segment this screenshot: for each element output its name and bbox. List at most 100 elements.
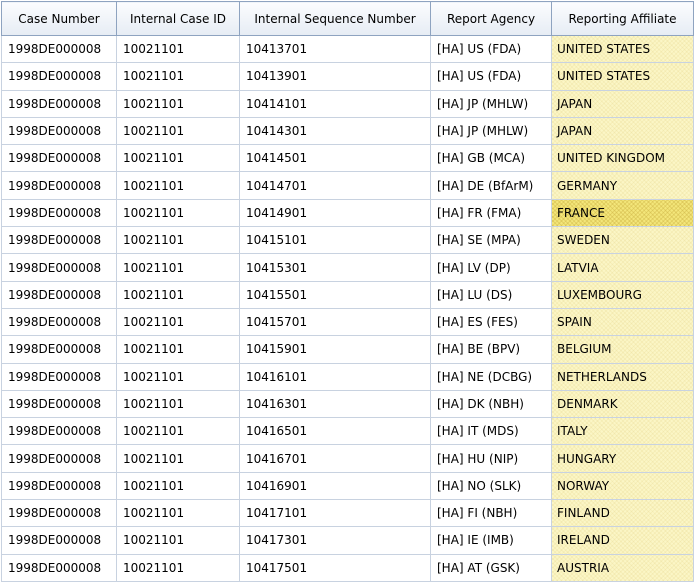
internal-case-id-cell[interactable]: 10021101	[116, 62, 240, 91]
internal-sequence-number-cell[interactable]: 10417501	[239, 553, 431, 582]
reporting-affiliate-cell[interactable]: GERMANY	[551, 171, 694, 200]
table-row[interactable]: 1998DE000008 10021101 10417301 [HA] IE (IMB…	[1, 526, 694, 555]
column-header-reporting-affiliate[interactable]: Reporting Affiliate	[551, 1, 694, 36]
table-row[interactable]: 1998DE000008 10021101 10416901 [HA] NO (SLK…	[1, 471, 694, 501]
case-number-cell[interactable]: 1998DE000008	[1, 280, 117, 309]
reporting-affiliate-cell[interactable]: BELGIUM	[551, 335, 694, 364]
internal-sequence-number-cell[interactable]: 10415101	[239, 226, 431, 255]
reporting-affiliate-cell[interactable]: NORWAY	[551, 471, 694, 501]
report-agency-cell[interactable]: [HA] HU (NIP)	[430, 444, 552, 473]
internal-case-id-cell[interactable]: 10021101	[116, 471, 240, 501]
column-header-case-number[interactable]: Case Number	[1, 1, 117, 36]
table-row[interactable]: 1998DE000008 10021101 10417501 [HA] AT (GSK…	[1, 553, 694, 582]
report-agency-cell[interactable]: [HA] DK (NBH)	[430, 389, 552, 419]
internal-case-id-cell[interactable]: 10021101	[116, 280, 240, 309]
reporting-affiliate-cell[interactable]: JAPAN	[551, 89, 694, 118]
reporting-affiliate-cell[interactable]: UNITED STATES	[551, 62, 694, 91]
report-agency-cell[interactable]: [HA] US (FDA)	[430, 34, 552, 64]
case-number-cell[interactable]: 1998DE000008	[1, 444, 117, 473]
internal-sequence-number-cell[interactable]: 10415501	[239, 280, 431, 309]
report-agency-cell[interactable]: [HA] SE (MPA)	[430, 226, 552, 255]
case-number-cell[interactable]: 1998DE000008	[1, 62, 117, 91]
internal-case-id-cell[interactable]: 10021101	[116, 198, 240, 228]
case-number-cell[interactable]: 1998DE000008	[1, 389, 117, 419]
report-agency-cell[interactable]: [HA] GB (MCA)	[430, 144, 552, 173]
internal-case-id-cell[interactable]: 10021101	[116, 253, 240, 282]
table-row[interactable]: 1998DE000008 10021101 10413701 [HA] US (FDA…	[1, 34, 694, 64]
internal-sequence-number-cell[interactable]: 10415701	[239, 307, 431, 337]
reporting-affiliate-cell[interactable]: DENMARK	[551, 389, 694, 419]
reporting-affiliate-cell[interactable]: UNITED STATES	[551, 34, 694, 64]
case-number-cell[interactable]: 1998DE000008	[1, 307, 117, 337]
case-number-cell[interactable]: 1998DE000008	[1, 417, 117, 446]
case-number-cell[interactable]: 1998DE000008	[1, 34, 117, 64]
case-number-cell[interactable]: 1998DE000008	[1, 335, 117, 364]
internal-sequence-number-cell[interactable]: 10414901	[239, 198, 431, 228]
internal-case-id-cell[interactable]: 10021101	[116, 144, 240, 173]
internal-case-id-cell[interactable]: 10021101	[116, 362, 240, 391]
reporting-affiliate-cell[interactable]: ITALY	[551, 417, 694, 446]
internal-sequence-number-cell[interactable]: 10416101	[239, 362, 431, 391]
report-agency-cell[interactable]: [HA] ES (FES)	[430, 307, 552, 337]
report-agency-cell[interactable]: [HA] US (FDA)	[430, 62, 552, 91]
report-agency-cell[interactable]: [HA] JP (MHLW)	[430, 89, 552, 118]
internal-case-id-cell[interactable]: 10021101	[116, 116, 240, 146]
table-row[interactable]: 1998DE000008 10021101 10413901 [HA] US (FDA…	[1, 62, 694, 91]
reporting-affiliate-cell[interactable]: HUNGARY	[551, 444, 694, 473]
column-header-internal-case-id[interactable]: Internal Case ID	[116, 1, 240, 36]
case-number-cell[interactable]: 1998DE000008	[1, 198, 117, 228]
reporting-affiliate-cell[interactable]: NETHERLANDS	[551, 362, 694, 391]
table-row[interactable]: 1998DE000008 10021101 10414501 [HA] GB (MCA…	[1, 144, 694, 173]
internal-case-id-cell[interactable]: 10021101	[116, 335, 240, 364]
table-row[interactable]: 1998DE000008 10021101 10414901 [HA] FR (FMA…	[1, 198, 694, 228]
table-row[interactable]: 1998DE000008 10021101 10416301 [HA] DK (NBH…	[1, 389, 694, 419]
internal-sequence-number-cell[interactable]: 10414101	[239, 89, 431, 118]
internal-sequence-number-cell[interactable]: 10414501	[239, 144, 431, 173]
reporting-affiliate-cell[interactable]: SPAIN	[551, 307, 694, 337]
case-number-cell[interactable]: 1998DE000008	[1, 553, 117, 582]
reporting-affiliate-cell[interactable]: JAPAN	[551, 116, 694, 146]
case-number-cell[interactable]: 1998DE000008	[1, 362, 117, 391]
internal-sequence-number-cell[interactable]: 10413901	[239, 62, 431, 91]
internal-sequence-number-cell[interactable]: 10416301	[239, 389, 431, 419]
internal-case-id-cell[interactable]: 10021101	[116, 171, 240, 200]
case-number-cell[interactable]: 1998DE000008	[1, 116, 117, 146]
column-header-report-agency[interactable]: Report Agency	[430, 1, 552, 36]
internal-sequence-number-cell[interactable]: 10414701	[239, 171, 431, 200]
reporting-affiliate-cell[interactable]: LUXEMBOURG	[551, 280, 694, 309]
reporting-affiliate-cell[interactable]: IRELAND	[551, 526, 694, 555]
case-number-cell[interactable]: 1998DE000008	[1, 226, 117, 255]
case-number-cell[interactable]: 1998DE000008	[1, 526, 117, 555]
report-agency-cell[interactable]: [HA] BE (BPV)	[430, 335, 552, 364]
internal-sequence-number-cell[interactable]: 10416501	[239, 417, 431, 446]
case-number-cell[interactable]: 1998DE000008	[1, 253, 117, 282]
internal-case-id-cell[interactable]: 10021101	[116, 307, 240, 337]
table-row[interactable]: 1998DE000008 10021101 10414701 [HA] DE (BfA…	[1, 171, 694, 200]
report-agency-cell[interactable]: [HA] IT (MDS)	[430, 417, 552, 446]
reporting-affiliate-cell[interactable]: LATVIA	[551, 253, 694, 282]
internal-case-id-cell[interactable]: 10021101	[116, 89, 240, 118]
report-agency-cell[interactable]: [HA] IE (IMB)	[430, 526, 552, 555]
report-agency-cell[interactable]: [HA] FI (NBH)	[430, 499, 552, 528]
table-row[interactable]: 1998DE000008 10021101 10414101 [HA] JP (MHL…	[1, 89, 694, 118]
internal-sequence-number-cell[interactable]: 10417101	[239, 499, 431, 528]
reporting-affiliate-cell[interactable]: AUSTRIA	[551, 553, 694, 582]
table-row[interactable]: 1998DE000008 10021101 10416101 [HA] NE (DCB…	[1, 362, 694, 391]
case-number-cell[interactable]: 1998DE000008	[1, 144, 117, 173]
report-agency-cell[interactable]: [HA] LU (DS)	[430, 280, 552, 309]
case-number-cell[interactable]: 1998DE000008	[1, 499, 117, 528]
report-agency-cell[interactable]: [HA] NO (SLK)	[430, 471, 552, 501]
table-row[interactable]: 1998DE000008 10021101 10415701 [HA] ES (FES…	[1, 307, 694, 337]
case-number-cell[interactable]: 1998DE000008	[1, 89, 117, 118]
internal-case-id-cell[interactable]: 10021101	[116, 553, 240, 582]
reporting-affiliate-cell[interactable]: FINLAND	[551, 499, 694, 528]
report-agency-cell[interactable]: [HA] LV (DP)	[430, 253, 552, 282]
internal-sequence-number-cell[interactable]: 10417301	[239, 526, 431, 555]
internal-sequence-number-cell[interactable]: 10414301	[239, 116, 431, 146]
internal-sequence-number-cell[interactable]: 10416901	[239, 471, 431, 501]
table-row[interactable]: 1998DE000008 10021101 10416701 [HA] HU (NIP…	[1, 444, 694, 473]
internal-case-id-cell[interactable]: 10021101	[116, 389, 240, 419]
reporting-affiliate-cell[interactable]: FRANCE	[551, 198, 694, 228]
internal-sequence-number-cell[interactable]: 10415901	[239, 335, 431, 364]
table-row[interactable]: 1998DE000008 10021101 10415501 [HA] LU (DS)…	[1, 280, 694, 309]
